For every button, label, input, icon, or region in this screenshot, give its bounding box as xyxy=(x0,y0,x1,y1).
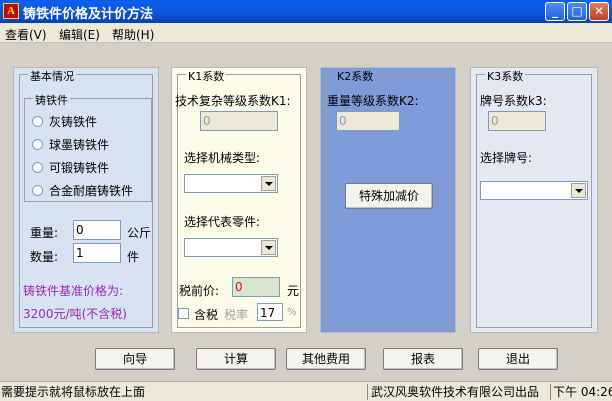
base-price-label: 铸铁件基准价格为: xyxy=(23,284,124,298)
pretax-input[interactable]: 0 xyxy=(232,277,280,297)
basic-groupbox: 基本情况 铸铁件 灰铸铁件 球墨铸铁件 可锻铸铁件 合金耐磨铸铁件 重量: 0 … xyxy=(19,68,153,328)
radio-circle[interactable] xyxy=(32,116,43,127)
maximize-button[interactable]: □ xyxy=(567,2,587,21)
close-button[interactable]: ✕ xyxy=(589,2,609,21)
k2-coef-label: 重量等级系数K2: xyxy=(327,94,419,108)
report-button[interactable]: 报表 xyxy=(383,348,463,370)
weight-input[interactable]: 0 xyxy=(73,220,121,240)
chevron-down-icon[interactable] xyxy=(571,183,586,198)
quantity-label: 数量: xyxy=(30,250,59,264)
status-hint: 需要提示就将鼠标放在上面 xyxy=(1,385,146,399)
special-adjust-button[interactable]: 特殊加减价 xyxy=(345,183,433,209)
menu-edit[interactable]: 编辑(E) xyxy=(59,26,100,43)
menu-bar: 查看(V) 编辑(E) 帮助(H) xyxy=(0,23,612,43)
tax-rate-unit: % xyxy=(287,307,297,318)
cast-iron-groupbox: 铸铁件 灰铸铁件 球墨铸铁件 可锻铸铁件 合金耐磨铸铁件 xyxy=(24,92,152,202)
radio-ductile-iron[interactable]: 球墨铸铁件 xyxy=(32,136,109,153)
k2-coef-input[interactable]: 0 xyxy=(336,111,400,131)
menu-view[interactable]: 查看(V) xyxy=(5,26,47,43)
status-divider xyxy=(550,384,551,400)
guide-button[interactable]: 向导 xyxy=(95,348,175,370)
radio-label: 球墨铸铁件 xyxy=(49,138,110,152)
k1-groupbox: K1系数 技术复杂等级系数K1: 0 选择机械类型: 选择代表零件: 税前价: … xyxy=(175,68,301,328)
quantity-input[interactable]: 1 xyxy=(73,243,121,263)
k2-legend: K2系数 xyxy=(335,68,376,84)
radio-alloy-iron[interactable]: 合金耐磨铸铁件 xyxy=(32,182,133,199)
app-icon: A xyxy=(3,3,19,19)
weight-unit: 公斤 xyxy=(127,226,152,240)
status-time: 下午 04:26 xyxy=(553,385,612,399)
basic-panel: 基本情况 铸铁件 灰铸铁件 球墨铸铁件 可锻铸铁件 合金耐磨铸铁件 重量: 0 … xyxy=(13,67,159,333)
radio-label: 合金耐磨铸铁件 xyxy=(49,184,134,198)
radio-label: 可锻铸铁件 xyxy=(49,161,110,175)
k2-panel: K2系数 重量等级系数K2: 0 特殊加减价 xyxy=(320,67,456,333)
k1-coef-input[interactable]: 0 xyxy=(200,111,278,131)
cast-iron-legend: 铸铁件 xyxy=(33,92,70,108)
menu-help[interactable]: 帮助(H) xyxy=(112,26,154,43)
pretax-unit: 元 xyxy=(287,284,300,298)
quantity-unit: 件 xyxy=(127,250,140,264)
k1-panel: K1系数 技术复杂等级系数K1: 0 选择机械类型: 选择代表零件: 税前价: … xyxy=(171,67,307,333)
k1-coef-label: 技术复杂等级系数K1: xyxy=(175,94,291,108)
machine-type-label: 选择机械类型: xyxy=(184,151,261,165)
tax-rate-input[interactable]: 17 xyxy=(257,303,283,321)
chevron-down-icon[interactable] xyxy=(261,240,276,255)
title-bar[interactable]: A 铸铁件价格及计价方法 _ □ ✕ xyxy=(0,0,612,23)
machine-type-select[interactable] xyxy=(184,174,278,193)
k3-coef-label: 牌号系数k3: xyxy=(480,94,547,108)
status-company: 武汉风奥软件技术有限公司出品 xyxy=(371,385,540,399)
calculate-button[interactable]: 计算 xyxy=(196,348,276,370)
exit-button[interactable]: 退出 xyxy=(478,348,558,370)
weight-label: 重量: xyxy=(30,226,59,240)
radio-circle[interactable] xyxy=(32,185,43,196)
tax-rate-label: 税率 xyxy=(224,308,249,322)
k3-panel: K3系数 牌号系数k3: 0 选择牌号: xyxy=(470,67,598,333)
pretax-label: 税前价: xyxy=(179,284,220,298)
part-select[interactable] xyxy=(184,238,278,257)
basic-legend: 基本情况 xyxy=(28,68,76,84)
k3-groupbox: K3系数 牌号系数k3: 0 选择牌号: xyxy=(476,68,592,328)
base-price-value: 3200元/吨(不含税) xyxy=(23,307,127,321)
k3-coef-input[interactable]: 0 xyxy=(488,111,546,131)
window-title: 铸铁件价格及计价方法 xyxy=(23,7,154,22)
other-fees-button[interactable]: 其他费用 xyxy=(286,348,366,370)
radio-gray-iron[interactable]: 灰铸铁件 xyxy=(32,113,97,130)
k2-groupbox: K2系数 重量等级系数K2: 0 特殊加减价 xyxy=(326,68,450,328)
chevron-down-icon[interactable] xyxy=(261,176,276,191)
minimize-button[interactable]: _ xyxy=(545,2,565,21)
k1-legend: K1系数 xyxy=(186,68,227,84)
k3-legend: K3系数 xyxy=(485,68,526,84)
status-bar: 需要提示就将鼠标放在上面 武汉风奥软件技术有限公司出品 下午 04:26 xyxy=(0,381,612,401)
grade-label: 选择牌号: xyxy=(480,151,533,165)
radio-malleable-iron[interactable]: 可锻铸铁件 xyxy=(32,159,109,176)
tax-checkbox[interactable] xyxy=(178,308,189,319)
part-label: 选择代表零件: xyxy=(184,215,261,229)
radio-label: 灰铸铁件 xyxy=(49,115,98,129)
status-divider xyxy=(367,384,368,400)
radio-circle[interactable] xyxy=(32,139,43,150)
grade-select[interactable] xyxy=(480,181,588,200)
tax-label: 含税 xyxy=(194,308,219,322)
radio-circle[interactable] xyxy=(32,162,43,173)
